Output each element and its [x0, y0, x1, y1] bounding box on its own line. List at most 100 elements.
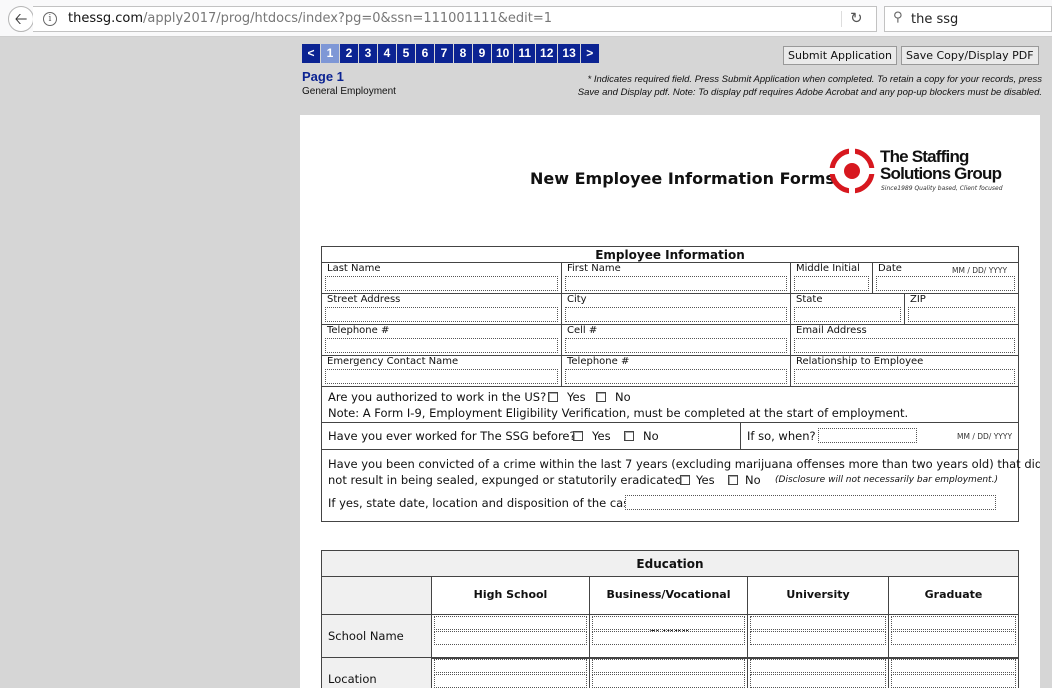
question-label: Are you authorized to work in the US? [328, 390, 547, 404]
page-button-4[interactable]: 4 [378, 44, 397, 63]
row-header: School Name [322, 615, 432, 658]
page-button-1[interactable]: 1 [321, 44, 340, 63]
field-label: Relationship to Employee [796, 356, 924, 367]
convicted-no-checkbox[interactable] [728, 475, 738, 485]
page-button-3[interactable]: 3 [359, 44, 378, 63]
state-field[interactable] [794, 307, 901, 322]
work-authorization-row: Are you authorized to work in the US? Ye… [322, 387, 1018, 423]
graduate-name-field[interactable] [891, 616, 1016, 630]
zip-field[interactable] [908, 307, 1015, 322]
worked-no-checkbox[interactable] [624, 431, 634, 441]
vocational-location-field[interactable] [592, 659, 745, 673]
vocational-name-field[interactable] [592, 616, 745, 630]
page-button-12[interactable]: 12 [536, 44, 559, 63]
date-field[interactable] [876, 276, 1015, 291]
corner-cell [322, 577, 432, 615]
telephone-field[interactable] [325, 338, 558, 353]
page-button-13[interactable]: 13 [558, 44, 581, 63]
worked-yes-checkbox[interactable] [573, 431, 583, 441]
instructions-note: * Indicates required field. Press Submit… [577, 74, 1042, 98]
convicted-yes-checkbox[interactable] [680, 475, 690, 485]
page-button-10[interactable]: 10 [492, 44, 515, 63]
employee-information-table: Employee Information Last Name First Nam… [321, 246, 1040, 522]
street-address-field[interactable] [325, 307, 558, 322]
field-label: Telephone # [327, 325, 390, 336]
emergency-contact-name-field[interactable] [325, 369, 558, 384]
page-button-9[interactable]: 9 [473, 44, 492, 63]
when-label: If so, when? [747, 429, 816, 443]
search-bar[interactable]: ⚲ the ssg [884, 6, 1052, 32]
vocational-location-field-2[interactable] [592, 674, 745, 688]
address-bar[interactable]: i thessg.com/apply2017/prog/htdocs/index… [33, 6, 877, 32]
graduate-name-field-2[interactable] [891, 631, 1016, 645]
page-button-2[interactable]: 2 [340, 44, 359, 63]
disclosure-note: (Disclosure will not necessarily bar emp… [775, 475, 998, 485]
state-cell: State [791, 294, 905, 325]
university-name-field-2[interactable] [750, 631, 886, 645]
page-button-7[interactable]: 7 [435, 44, 454, 63]
telephone-cell: Telephone # [322, 325, 562, 356]
vocational-name-field-2[interactable] [592, 631, 745, 645]
column-header: High School [432, 577, 590, 615]
field-label: Cell # [567, 325, 598, 336]
prev-page-button[interactable]: < [302, 44, 321, 63]
next-page-button[interactable]: > [580, 44, 600, 63]
url-text[interactable]: thessg.com/apply2017/prog/htdocs/index?p… [68, 11, 552, 26]
high-school-column [432, 615, 590, 688]
street-cell: Street Address [322, 294, 562, 325]
middle-initial-field[interactable] [794, 276, 869, 291]
no-label: No [615, 390, 631, 404]
page-navigation: <1 2 3 4 5 6 7 8 9 10 11 12 13 > [302, 44, 600, 63]
yes-label: Yes [567, 390, 586, 404]
page-button-5[interactable]: 5 [397, 44, 416, 63]
university-location-field-2[interactable] [750, 674, 886, 688]
city-field[interactable] [565, 307, 787, 322]
back-arrow-icon[interactable]: 🡠 [8, 6, 34, 32]
divider [841, 11, 842, 27]
graduate-location-field[interactable] [891, 659, 1016, 673]
case-details-label: If yes, state date, location and disposi… [328, 496, 640, 510]
university-location-field[interactable] [750, 659, 886, 673]
authorized-no-checkbox[interactable] [596, 392, 606, 402]
field-label: Middle Initial [796, 263, 860, 274]
emergency-telephone-field[interactable] [565, 369, 787, 384]
reload-icon[interactable]: ↻ [850, 9, 863, 27]
middle-initial-cell: Middle Initial [791, 263, 873, 294]
cell-phone-field[interactable] [565, 338, 787, 353]
high-school-location-field[interactable] [434, 659, 587, 673]
browser-toolbar: 🡠 i thessg.com/apply2017/prog/htdocs/ind… [0, 0, 1052, 37]
relationship-field[interactable] [794, 369, 1015, 384]
save-pdf-button[interactable]: Save Copy/Display PDF [901, 46, 1039, 65]
emergency-phone-cell: Telephone # [562, 356, 791, 387]
search-input[interactable]: the ssg [911, 12, 958, 27]
university-name-field[interactable] [750, 616, 886, 630]
no-label: No [745, 473, 761, 487]
education-table: Education High School Business/Vocationa… [321, 550, 1019, 688]
info-icon[interactable]: i [43, 12, 57, 26]
authorized-yes-checkbox[interactable] [548, 392, 558, 402]
high-school-name-field[interactable] [434, 616, 587, 630]
submit-application-button[interactable]: Submit Application [783, 46, 897, 65]
page-button-6[interactable]: 6 [416, 44, 435, 63]
conviction-question: Have you been convicted of a crime withi… [328, 457, 1040, 471]
date-format-hint: MM / DD/ YYYY [952, 266, 1008, 275]
section-heading: Employee Information [322, 247, 1018, 263]
zip-cell: ZIP [905, 294, 1018, 325]
city-cell: City [562, 294, 791, 325]
page-button-11[interactable]: 11 [514, 44, 537, 63]
graduate-location-field-2[interactable] [891, 674, 1016, 688]
email-field[interactable] [794, 338, 1015, 353]
page-button-8[interactable]: 8 [454, 44, 473, 63]
case-details-field[interactable] [625, 495, 996, 510]
column-header: Graduate [889, 577, 1018, 615]
yes-label: Yes [696, 473, 715, 487]
field-label: Last Name [327, 263, 381, 274]
worked-when-field[interactable] [818, 428, 917, 443]
cell-phone-cell: Cell # [562, 325, 791, 356]
last-name-field[interactable] [325, 276, 558, 291]
high-school-location-field-2[interactable] [434, 674, 587, 688]
first-name-field[interactable] [565, 276, 787, 291]
high-school-name-field-2[interactable] [434, 631, 587, 645]
column-header: University [748, 577, 889, 615]
relationship-cell: Relationship to Employee [791, 356, 1018, 387]
